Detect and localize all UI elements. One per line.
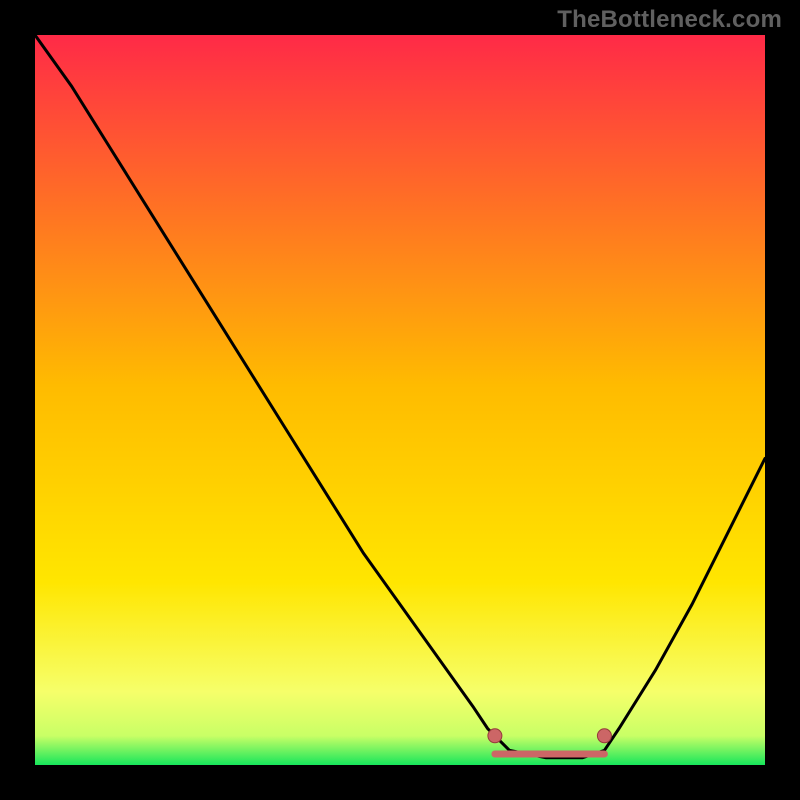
plot-area: [35, 35, 765, 765]
gradient-background: [35, 35, 765, 765]
endpoint-marker: [597, 729, 611, 743]
watermark-text: TheBottleneck.com: [557, 6, 782, 34]
endpoint-marker: [488, 729, 502, 743]
chart-stage: TheBottleneck.com: [0, 0, 800, 800]
chart-svg: [35, 35, 765, 765]
